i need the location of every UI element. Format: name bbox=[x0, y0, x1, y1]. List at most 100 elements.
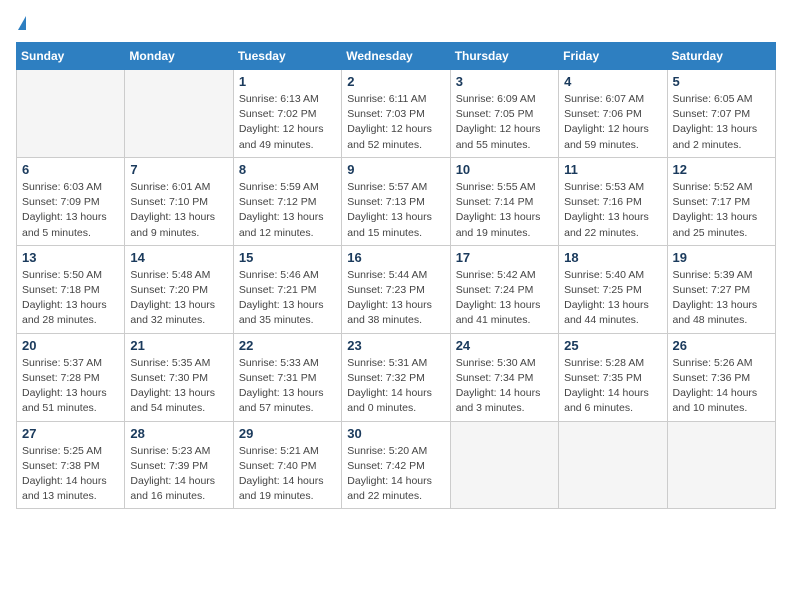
day-number: 8 bbox=[239, 162, 336, 177]
calendar-cell: 24 Sunrise: 5:30 AM Sunset: 7:34 PM Dayli… bbox=[450, 333, 558, 421]
calendar-cell: 26 Sunrise: 5:26 AM Sunset: 7:36 PM Dayli… bbox=[667, 333, 775, 421]
weekday-header-friday: Friday bbox=[559, 43, 667, 70]
calendar-cell: 21 Sunrise: 5:35 AM Sunset: 7:30 PM Dayli… bbox=[125, 333, 233, 421]
calendar-table: SundayMondayTuesdayWednesdayThursdayFrid… bbox=[16, 42, 776, 509]
weekday-header-tuesday: Tuesday bbox=[233, 43, 341, 70]
day-number: 26 bbox=[673, 338, 770, 353]
day-number: 11 bbox=[564, 162, 661, 177]
day-detail: Sunrise: 5:28 AM Sunset: 7:35 PM Dayligh… bbox=[564, 356, 661, 417]
calendar-cell bbox=[125, 70, 233, 158]
day-detail: Sunrise: 6:11 AM Sunset: 7:03 PM Dayligh… bbox=[347, 92, 444, 153]
day-number: 14 bbox=[130, 250, 227, 265]
day-detail: Sunrise: 5:55 AM Sunset: 7:14 PM Dayligh… bbox=[456, 180, 553, 241]
day-detail: Sunrise: 5:31 AM Sunset: 7:32 PM Dayligh… bbox=[347, 356, 444, 417]
day-detail: Sunrise: 6:13 AM Sunset: 7:02 PM Dayligh… bbox=[239, 92, 336, 153]
calendar-cell: 30 Sunrise: 5:20 AM Sunset: 7:42 PM Dayli… bbox=[342, 421, 450, 509]
calendar-cell: 3Sunrise: 6:09 AM Sunset: 7:05 PM Daylig… bbox=[450, 70, 558, 158]
calendar-cell: 14Sunrise: 5:48 AM Sunset: 7:20 PM Dayli… bbox=[125, 245, 233, 333]
day-number: 22 bbox=[239, 338, 336, 353]
day-number: 1 bbox=[239, 74, 336, 89]
calendar-cell bbox=[17, 70, 125, 158]
day-number: 19 bbox=[673, 250, 770, 265]
weekday-header-saturday: Saturday bbox=[667, 43, 775, 70]
day-detail: Sunrise: 5:53 AM Sunset: 7:16 PM Dayligh… bbox=[564, 180, 661, 241]
calendar-cell: 8 Sunrise: 5:59 AM Sunset: 7:12 PM Daylig… bbox=[233, 157, 341, 245]
day-detail: Sunrise: 5:50 AM Sunset: 7:18 PM Dayligh… bbox=[22, 268, 119, 329]
day-number: 25 bbox=[564, 338, 661, 353]
calendar-week-row: 27Sunrise: 5:25 AM Sunset: 7:38 PM Dayli… bbox=[17, 421, 776, 509]
calendar-cell: 22 Sunrise: 5:33 AM Sunset: 7:31 PM Dayli… bbox=[233, 333, 341, 421]
day-number: 5 bbox=[673, 74, 770, 89]
calendar-cell bbox=[667, 421, 775, 509]
calendar-cell: 27Sunrise: 5:25 AM Sunset: 7:38 PM Dayli… bbox=[17, 421, 125, 509]
day-detail: Sunrise: 5:20 AM Sunset: 7:42 PM Dayligh… bbox=[347, 444, 444, 505]
calendar-cell: 29 Sunrise: 5:21 AM Sunset: 7:40 PM Dayli… bbox=[233, 421, 341, 509]
day-detail: Sunrise: 5:37 AM Sunset: 7:28 PM Dayligh… bbox=[22, 356, 119, 417]
day-detail: Sunrise: 6:01 AM Sunset: 7:10 PM Dayligh… bbox=[130, 180, 227, 241]
day-detail: Sunrise: 6:03 AM Sunset: 7:09 PM Dayligh… bbox=[22, 180, 119, 241]
logo-triangle-icon bbox=[18, 16, 26, 30]
day-number: 9 bbox=[347, 162, 444, 177]
day-number: 12 bbox=[673, 162, 770, 177]
day-detail: Sunrise: 5:33 AM Sunset: 7:31 PM Dayligh… bbox=[239, 356, 336, 417]
day-detail: Sunrise: 5:59 AM Sunset: 7:12 PM Dayligh… bbox=[239, 180, 336, 241]
calendar-cell: 18Sunrise: 5:40 AM Sunset: 7:25 PM Dayli… bbox=[559, 245, 667, 333]
page-header bbox=[16, 16, 776, 30]
calendar-cell: 19Sunrise: 5:39 AM Sunset: 7:27 PM Dayli… bbox=[667, 245, 775, 333]
day-number: 15 bbox=[239, 250, 336, 265]
calendar-cell: 16Sunrise: 5:44 AM Sunset: 7:23 PM Dayli… bbox=[342, 245, 450, 333]
calendar-cell: 20 Sunrise: 5:37 AM Sunset: 7:28 PM Dayli… bbox=[17, 333, 125, 421]
day-number: 6 bbox=[22, 162, 119, 177]
calendar-cell: 2 Sunrise: 6:11 AM Sunset: 7:03 PM Daylig… bbox=[342, 70, 450, 158]
calendar-cell: 5 Sunrise: 6:05 AM Sunset: 7:07 PM Daylig… bbox=[667, 70, 775, 158]
day-number: 13 bbox=[22, 250, 119, 265]
day-detail: Sunrise: 5:40 AM Sunset: 7:25 PM Dayligh… bbox=[564, 268, 661, 329]
calendar-cell bbox=[559, 421, 667, 509]
day-number: 29 bbox=[239, 426, 336, 441]
day-detail: Sunrise: 6:09 AM Sunset: 7:05 PM Dayligh… bbox=[456, 92, 553, 153]
weekday-header-thursday: Thursday bbox=[450, 43, 558, 70]
calendar-week-row: 20 Sunrise: 5:37 AM Sunset: 7:28 PM Dayli… bbox=[17, 333, 776, 421]
day-number: 28 bbox=[130, 426, 227, 441]
weekday-header-wednesday: Wednesday bbox=[342, 43, 450, 70]
calendar-cell: 13 Sunrise: 5:50 AM Sunset: 7:18 PM Dayli… bbox=[17, 245, 125, 333]
calendar-week-row: 1 Sunrise: 6:13 AM Sunset: 7:02 PM Daylig… bbox=[17, 70, 776, 158]
day-number: 4 bbox=[564, 74, 661, 89]
logo bbox=[16, 16, 26, 30]
calendar-cell bbox=[450, 421, 558, 509]
day-detail: Sunrise: 5:23 AM Sunset: 7:39 PM Dayligh… bbox=[130, 444, 227, 505]
day-detail: Sunrise: 5:21 AM Sunset: 7:40 PM Dayligh… bbox=[239, 444, 336, 505]
day-detail: Sunrise: 5:25 AM Sunset: 7:38 PM Dayligh… bbox=[22, 444, 119, 505]
day-detail: Sunrise: 5:52 AM Sunset: 7:17 PM Dayligh… bbox=[673, 180, 770, 241]
day-number: 10 bbox=[456, 162, 553, 177]
calendar-cell: 12 Sunrise: 5:52 AM Sunset: 7:17 PM Dayli… bbox=[667, 157, 775, 245]
day-number: 21 bbox=[130, 338, 227, 353]
calendar-cell: 11 Sunrise: 5:53 AM Sunset: 7:16 PM Dayli… bbox=[559, 157, 667, 245]
day-number: 2 bbox=[347, 74, 444, 89]
day-detail: Sunrise: 5:30 AM Sunset: 7:34 PM Dayligh… bbox=[456, 356, 553, 417]
day-number: 16 bbox=[347, 250, 444, 265]
calendar-cell: 6 Sunrise: 6:03 AM Sunset: 7:09 PM Daylig… bbox=[17, 157, 125, 245]
calendar-cell: 7 Sunrise: 6:01 AM Sunset: 7:10 PM Daylig… bbox=[125, 157, 233, 245]
day-detail: Sunrise: 5:35 AM Sunset: 7:30 PM Dayligh… bbox=[130, 356, 227, 417]
day-number: 30 bbox=[347, 426, 444, 441]
day-number: 7 bbox=[130, 162, 227, 177]
day-number: 23 bbox=[347, 338, 444, 353]
day-detail: Sunrise: 6:07 AM Sunset: 7:06 PM Dayligh… bbox=[564, 92, 661, 153]
calendar-cell: 17 Sunrise: 5:42 AM Sunset: 7:24 PM Dayli… bbox=[450, 245, 558, 333]
day-detail: Sunrise: 5:26 AM Sunset: 7:36 PM Dayligh… bbox=[673, 356, 770, 417]
day-detail: Sunrise: 6:05 AM Sunset: 7:07 PM Dayligh… bbox=[673, 92, 770, 153]
calendar-cell: 23 Sunrise: 5:31 AM Sunset: 7:32 PM Dayli… bbox=[342, 333, 450, 421]
day-number: 24 bbox=[456, 338, 553, 353]
calendar-cell: 10 Sunrise: 5:55 AM Sunset: 7:14 PM Dayli… bbox=[450, 157, 558, 245]
day-detail: Sunrise: 5:57 AM Sunset: 7:13 PM Dayligh… bbox=[347, 180, 444, 241]
day-detail: Sunrise: 5:42 AM Sunset: 7:24 PM Dayligh… bbox=[456, 268, 553, 329]
weekday-header-monday: Monday bbox=[125, 43, 233, 70]
calendar-week-row: 13 Sunrise: 5:50 AM Sunset: 7:18 PM Dayli… bbox=[17, 245, 776, 333]
calendar-cell: 25 Sunrise: 5:28 AM Sunset: 7:35 PM Dayli… bbox=[559, 333, 667, 421]
day-number: 17 bbox=[456, 250, 553, 265]
day-number: 20 bbox=[22, 338, 119, 353]
day-detail: Sunrise: 5:46 AM Sunset: 7:21 PM Dayligh… bbox=[239, 268, 336, 329]
calendar-cell: 4 Sunrise: 6:07 AM Sunset: 7:06 PM Daylig… bbox=[559, 70, 667, 158]
calendar-cell: 1 Sunrise: 6:13 AM Sunset: 7:02 PM Daylig… bbox=[233, 70, 341, 158]
